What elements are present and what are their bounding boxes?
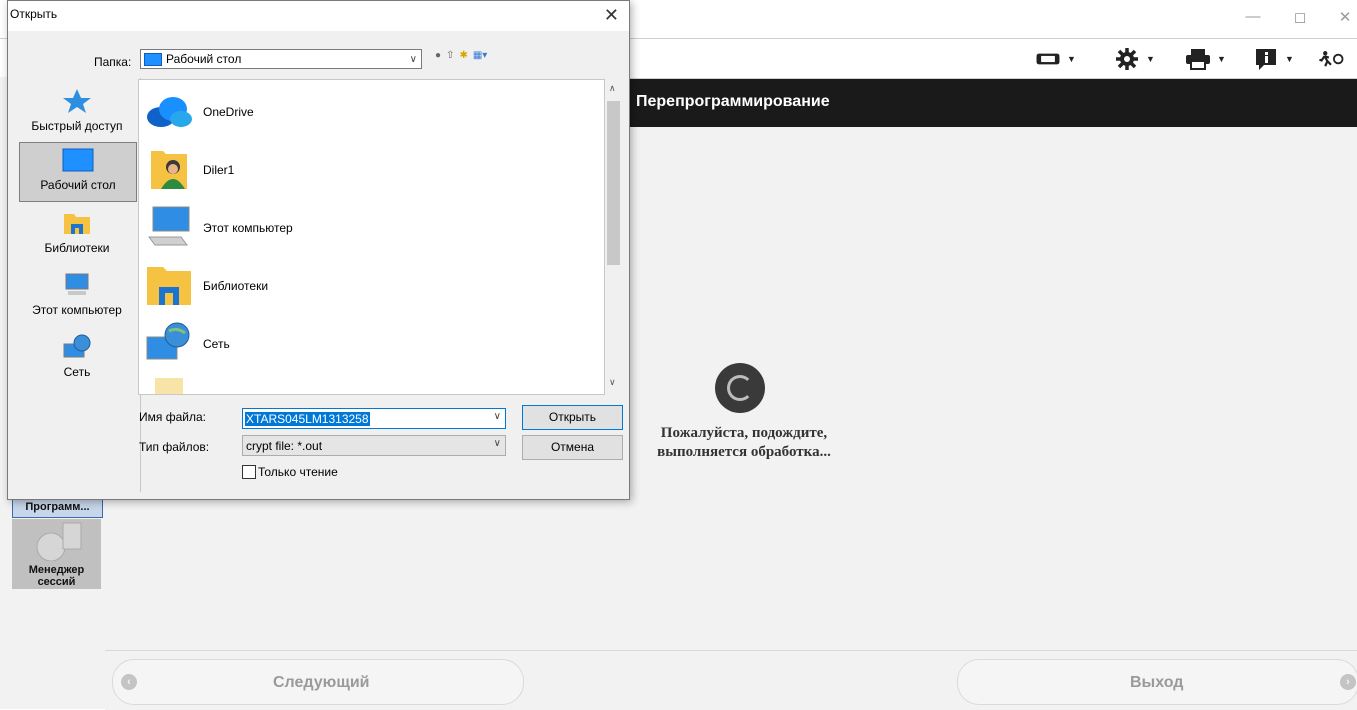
place-network[interactable]: Сеть [19, 330, 135, 384]
chevron-down-icon: ▼ [1285, 54, 1294, 64]
filetype-select[interactable]: crypt file: *.out ∨ [242, 435, 506, 456]
places-bar: Быстрый доступ Рабочий стол Библиотеки Э… [16, 78, 141, 492]
list-item[interactable]: Этот компьютер [145, 204, 293, 252]
side-item-label: Программ... [25, 501, 90, 513]
page-title: Перепрограммирование [636, 93, 830, 110]
exit-run-icon [1318, 48, 1344, 70]
vehicle-menu-button[interactable]: ▼ [1035, 46, 1076, 72]
next-button[interactable]: ‹ Следующий [112, 659, 524, 705]
open-file-dialog: Открыть ✕ Папка: Рабочий стол ∨ ● ⇧ ✱ ▦▾… [7, 0, 630, 500]
chevron-down-icon: ∨ [493, 438, 501, 449]
side-item-session-manager[interactable]: Менеджер сессий [12, 519, 101, 589]
loading-spinner-icon [715, 363, 765, 413]
folder-select[interactable]: Рабочий стол ∨ [140, 49, 422, 69]
print-menu-button[interactable]: ▼ [1185, 46, 1226, 72]
session-manager-icon [36, 522, 81, 562]
dialog-titlebar: Открыть ✕ [8, 1, 629, 31]
minimize-button[interactable]: — [1238, 8, 1268, 25]
back-icon[interactable]: ● [435, 50, 441, 61]
side-item-label: Менеджер сессий [28, 564, 85, 588]
chevron-down-icon: ∨ [409, 53, 417, 65]
page-header: Перепрограммирование [628, 79, 1357, 127]
chevron-down-icon: ▼ [1217, 54, 1226, 64]
file-list-scrollbar[interactable]: ∧ ∨ [605, 79, 622, 393]
maximize-button[interactable]: ◻ [1285, 8, 1315, 26]
quick-access-star-icon [19, 88, 135, 117]
open-button[interactable]: Открыть [522, 405, 623, 430]
vehicle-icon [1035, 48, 1061, 70]
network-globe-icon [145, 321, 193, 368]
desktop-small-icon [144, 52, 162, 66]
readonly-checkbox[interactable] [242, 465, 256, 479]
partial-folder-icon [155, 378, 183, 394]
folder-nav-tools: ● ⇧ ✱ ▦▾ [435, 50, 487, 61]
next-arrow-icon: ‹ [121, 674, 137, 690]
user-folder-icon [145, 145, 193, 196]
cancel-button[interactable]: Отмена [522, 435, 623, 460]
folder-label: Папка: [94, 55, 132, 69]
info-icon [1253, 48, 1279, 70]
place-quick-access[interactable]: Быстрый доступ [19, 84, 135, 138]
list-item[interactable]: Diler1 [145, 146, 234, 194]
chevron-down-icon: ▼ [1067, 54, 1076, 64]
close-window-button[interactable]: ✕ [1330, 8, 1357, 26]
info-menu-button[interactable]: ▼ [1253, 46, 1294, 72]
list-item[interactable]: Сеть [145, 320, 230, 368]
file-list: OneDrive Diler1 Этот компьютер Библиотек… [138, 79, 605, 395]
chevron-down-icon: ▼ [1146, 54, 1155, 64]
dialog-close-button[interactable]: ✕ [604, 5, 619, 26]
place-desktop[interactable]: Рабочий стол [19, 142, 137, 202]
wait-message: Пожалуйста, подождите, выполняется обрабо… [657, 425, 831, 460]
libraries-folder-icon [145, 263, 193, 310]
desktop-icon [20, 147, 136, 176]
view-menu-icon[interactable]: ▦▾ [473, 50, 487, 61]
scroll-up-icon[interactable]: ∧ [609, 83, 616, 94]
dialog-title: Открыть [10, 7, 58, 21]
list-item[interactable]: Библиотеки [145, 262, 268, 310]
new-folder-icon[interactable]: ✱ [459, 50, 467, 61]
network-icon [19, 334, 135, 363]
exit-arrow-icon: › [1340, 674, 1356, 690]
chevron-down-icon[interactable]: ∨ [494, 411, 501, 422]
place-libraries[interactable]: Библиотеки [19, 206, 135, 260]
filename-label: Имя файла: [139, 410, 206, 424]
settings-menu-button[interactable]: ▼ [1114, 46, 1155, 72]
scroll-down-icon[interactable]: ∨ [609, 377, 616, 388]
place-this-pc[interactable]: Этот компьютер [19, 268, 135, 322]
list-item[interactable]: OneDrive [145, 88, 254, 136]
filename-input[interactable]: XTARS045LM1313258 ∨ [242, 408, 506, 429]
computer-icon [145, 205, 193, 252]
settings-gear-icon [1114, 48, 1140, 70]
filetype-label: Тип файлов: [139, 440, 210, 454]
onedrive-cloud-icon [145, 91, 193, 134]
this-pc-icon [19, 272, 135, 301]
exit-run-button[interactable] [1318, 46, 1344, 72]
exit-button[interactable]: Выход › [957, 659, 1357, 705]
readonly-checkbox-row[interactable]: Только чтение [242, 465, 338, 479]
libraries-icon [19, 210, 135, 239]
printer-icon [1185, 48, 1211, 70]
up-folder-icon[interactable]: ⇧ [446, 50, 454, 61]
scrollbar-thumb[interactable] [607, 101, 620, 265]
